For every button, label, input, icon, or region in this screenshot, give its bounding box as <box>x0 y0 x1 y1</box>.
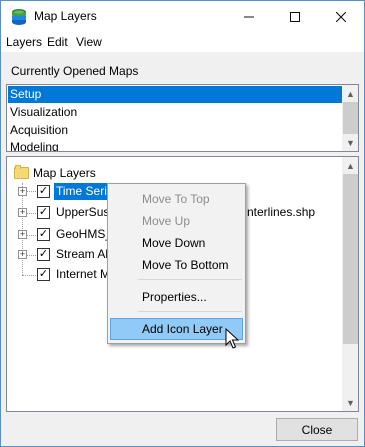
menu-item-move-to-top[interactable]: Move To Top <box>110 188 243 210</box>
menu-separator <box>138 279 242 280</box>
menu-bar: Layers Edit View <box>1 32 364 52</box>
layer-visibility-checkbox[interactable]: ✓ <box>37 248 50 261</box>
title-bar[interactable]: Map Layers <box>1 1 364 32</box>
mouse-cursor-icon <box>225 328 239 349</box>
menu-layers[interactable]: Layers <box>6 35 42 49</box>
layer-label: Stream Al <box>56 247 109 261</box>
tree-scrollbar[interactable]: ▲ ▼ <box>342 157 358 411</box>
layer-visibility-checkbox[interactable]: ✓ <box>37 206 50 219</box>
layer-label: GeoHMS_ <box>56 227 113 241</box>
menu-item-move-to-bottom[interactable]: Move To Bottom <box>110 254 243 276</box>
expand-icon[interactable]: + <box>18 230 27 239</box>
scroll-down-arrow-icon[interactable]: ▼ <box>342 394 358 411</box>
scroll-down-arrow-icon[interactable]: ▼ <box>342 134 358 151</box>
close-icon <box>336 11 346 22</box>
maximize-button[interactable] <box>272 1 318 32</box>
map-list-item-setup[interactable]: Setup <box>8 86 342 103</box>
menu-edit[interactable]: Edit <box>47 35 68 49</box>
layer-label: Time Seri <box>54 183 109 200</box>
map-list-item-acquisition[interactable]: Acquisition <box>8 122 342 139</box>
layer-label: UpperSus <box>56 205 110 219</box>
menu-item-move-down[interactable]: Move Down <box>110 232 243 254</box>
folder-icon <box>14 165 29 179</box>
maps-list-scrollbar[interactable]: ▲ ▼ <box>342 85 358 151</box>
minimize-icon <box>244 16 254 17</box>
minimize-button[interactable] <box>226 1 272 32</box>
layer-visibility-checkbox[interactable]: ✓ <box>37 185 50 198</box>
layer-visibility-checkbox[interactable]: ✓ <box>37 268 50 281</box>
tree-scroll-thumb[interactable] <box>343 174 358 344</box>
menu-item-properties[interactable]: Properties... <box>110 286 243 308</box>
scroll-up-arrow-icon[interactable]: ▲ <box>342 157 358 174</box>
menu-item-move-up[interactable]: Move Up <box>110 210 243 232</box>
window-title: Map Layers <box>34 9 97 23</box>
layer-label: Internet M <box>56 267 111 281</box>
expand-icon[interactable]: + <box>18 208 27 217</box>
menu-separator <box>138 311 242 312</box>
map-layers-app-icon <box>12 9 26 25</box>
map-list-item-visualization[interactable]: Visualization <box>8 104 342 121</box>
currently-opened-maps-label: Currently Opened Maps <box>11 64 139 78</box>
tree-root-label: Map Layers <box>33 166 96 180</box>
menu-view[interactable]: View <box>76 35 102 49</box>
menu-item-add-icon-layer[interactable]: Add Icon Layer <box>110 318 243 340</box>
map-layers-window: Map Layers Layers Edit View Currently Op… <box>0 0 365 447</box>
layer-label-trailing: nterlines.shp <box>247 205 316 219</box>
expand-icon[interactable]: + <box>18 187 27 196</box>
layer-visibility-checkbox[interactable]: ✓ <box>37 228 50 241</box>
layer-context-menu: Move To Top Move Up Move Down Move To Bo… <box>107 183 246 344</box>
maps-list-scroll-thumb[interactable] <box>343 102 358 134</box>
expand-icon[interactable]: + <box>18 250 27 259</box>
maximize-icon <box>290 11 300 22</box>
map-list-item-modeling[interactable]: Modeling <box>8 139 342 151</box>
opened-maps-list[interactable]: Setup Visualization Acquisition Modeling… <box>6 84 359 152</box>
close-button[interactable]: Close <box>276 418 358 441</box>
scroll-up-arrow-icon[interactable]: ▲ <box>342 85 358 102</box>
close-window-button[interactable] <box>318 1 364 32</box>
